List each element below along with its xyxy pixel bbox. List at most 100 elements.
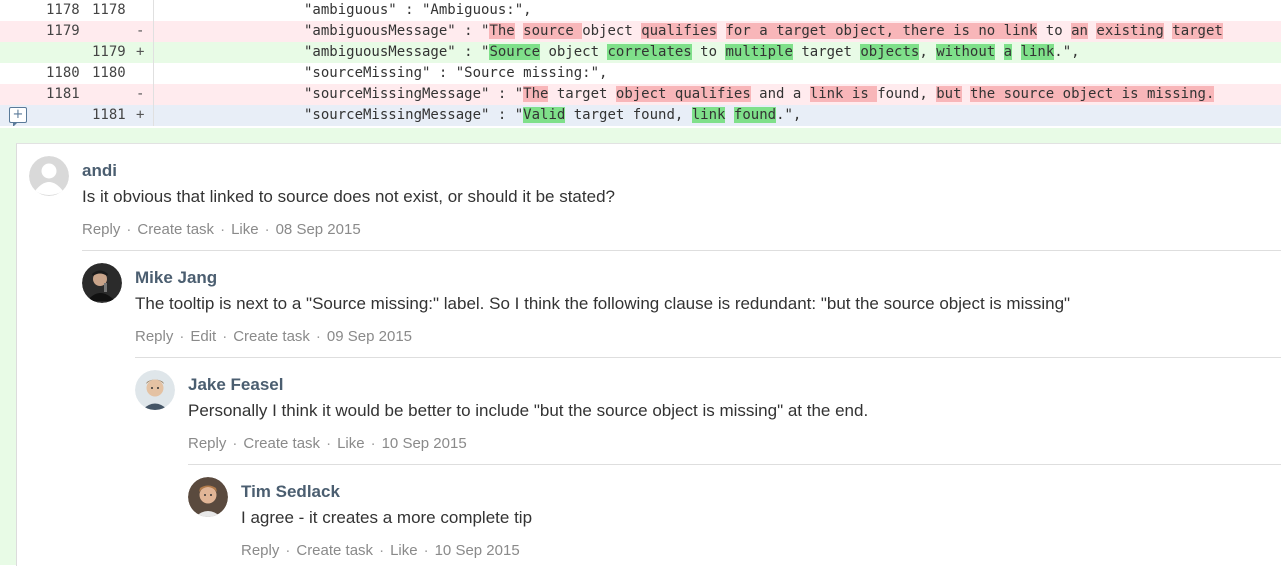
create-task-link[interactable]: Create task bbox=[243, 435, 320, 452]
reply-link[interactable]: Reply bbox=[241, 542, 279, 559]
diff-sign: + bbox=[136, 107, 145, 123]
deleted-token: The bbox=[489, 23, 515, 39]
code-text: "sourceMissingMessage" : "Valid target f… bbox=[304, 105, 801, 126]
reply-divider bbox=[82, 250, 1281, 251]
old-line-number: 1178 bbox=[46, 2, 80, 18]
old-line-number: 1179 bbox=[46, 23, 80, 39]
deleted-token: qualifies bbox=[641, 23, 718, 39]
deleted-token: an bbox=[1071, 23, 1088, 39]
added-token: found bbox=[733, 107, 777, 123]
added-token: Valid bbox=[523, 107, 566, 123]
added-token: a bbox=[1003, 44, 1013, 60]
comment-author[interactable]: andi bbox=[82, 161, 117, 181]
reply-link[interactable]: Reply bbox=[135, 328, 173, 345]
deleted-token: source bbox=[523, 23, 583, 39]
reply-link[interactable]: Reply bbox=[188, 435, 226, 452]
comment-date[interactable]: 10 Sep 2015 bbox=[435, 542, 520, 559]
line-gutter: 1179 + bbox=[0, 42, 154, 63]
diff-line-added-commented: + 1181 + "sourceMissingMessage" : "Valid… bbox=[0, 105, 1281, 126]
code-token: , bbox=[919, 44, 937, 60]
code-token: "sourceMissing" : "Source missing:", bbox=[304, 65, 608, 81]
deleted-token: target bbox=[1172, 23, 1223, 39]
comment-author[interactable]: Jake Feasel bbox=[188, 375, 283, 395]
create-task-link[interactable]: Create task bbox=[233, 328, 310, 345]
code-token: "ambiguous" : "Ambiguous:", bbox=[304, 2, 532, 18]
line-gutter: 1180 1180 bbox=[0, 63, 154, 84]
comment-body: The tooltip is next to a "Source missing… bbox=[135, 294, 1071, 313]
old-line-number: 1181 bbox=[46, 86, 80, 102]
deleted-token: The bbox=[523, 86, 549, 102]
code-text: "sourceMissing" : "Source missing:", bbox=[304, 63, 607, 84]
create-task-link[interactable]: Create task bbox=[296, 542, 373, 559]
code-token: to bbox=[691, 44, 726, 60]
deleted-token: object qualifies bbox=[615, 86, 751, 102]
comment-actions: Reply · Edit · Create task · 09 Sep 2015 bbox=[135, 328, 412, 345]
diff-view: 1178 1178 "ambiguous" : "Ambiguous:", 11… bbox=[0, 0, 1281, 126]
like-link[interactable]: Like bbox=[390, 542, 418, 559]
comment-actions: Reply · Create task · Like · 10 Sep 2015 bbox=[188, 435, 467, 452]
create-task-link[interactable]: Create task bbox=[137, 221, 214, 238]
like-link[interactable]: Like bbox=[337, 435, 365, 452]
comment-body: I agree - it creates a more complete tip bbox=[241, 508, 533, 527]
line-gutter: + 1181 + bbox=[0, 105, 154, 126]
avatar[interactable] bbox=[29, 156, 69, 196]
add-comment-icon[interactable]: + bbox=[9, 107, 27, 126]
comment-thread: andi Is it obvious that linked to source… bbox=[16, 143, 1281, 566]
comment-actions: Reply · Create task · Like · 08 Sep 2015 bbox=[82, 221, 361, 238]
reply-divider bbox=[188, 464, 1281, 465]
comment-date[interactable]: 09 Sep 2015 bbox=[327, 328, 412, 345]
line-gutter: 1178 1178 bbox=[0, 0, 154, 21]
code-token: target found, bbox=[565, 107, 692, 123]
code-token: target bbox=[792, 44, 861, 60]
comment-author[interactable]: Tim Sedlack bbox=[241, 482, 340, 502]
diff-line: 1178 1178 "ambiguous" : "Ambiguous:", bbox=[0, 0, 1281, 21]
added-token: objects bbox=[860, 44, 920, 60]
avatar[interactable] bbox=[188, 477, 228, 517]
code-token: "sourceMissingMessage" : " bbox=[304, 86, 524, 102]
code-token: and a bbox=[750, 86, 810, 102]
code-text: "ambiguous" : "Ambiguous:", bbox=[304, 0, 532, 21]
new-line-number: 1179 bbox=[92, 44, 126, 60]
code-text: "sourceMissingMessage" : "The target obj… bbox=[304, 84, 1215, 105]
reply-divider bbox=[135, 357, 1281, 358]
deleted-token: but bbox=[936, 86, 962, 102]
deleted-token: the source object is missing. bbox=[969, 86, 1215, 102]
code-token: "sourceMissingMessage" : " bbox=[304, 107, 524, 123]
code-token: object bbox=[582, 23, 642, 39]
avatar[interactable] bbox=[135, 370, 175, 410]
diff-sign: - bbox=[136, 86, 145, 102]
comment-date[interactable]: 08 Sep 2015 bbox=[276, 221, 361, 238]
deleted-token: for a target object, there is no link bbox=[725, 23, 1038, 39]
diff-line-added: 1179 + "ambiguousMessage" : "Source obje… bbox=[0, 42, 1281, 63]
code-token: "ambiguousMessage" : " bbox=[304, 44, 490, 60]
code-text: "ambiguousMessage" : "The source object … bbox=[304, 21, 1223, 42]
new-line-number: 1180 bbox=[92, 65, 126, 81]
line-gutter: 1181 - bbox=[0, 84, 154, 105]
reply-link[interactable]: Reply bbox=[82, 221, 120, 238]
diff-line: 1180 1180 "sourceMissing" : "Source miss… bbox=[0, 63, 1281, 84]
edit-link[interactable]: Edit bbox=[190, 328, 216, 345]
diff-line-deleted: 1181 - "sourceMissingMessage" : "The tar… bbox=[0, 84, 1281, 105]
comment-date[interactable]: 10 Sep 2015 bbox=[382, 435, 467, 452]
code-token: .", bbox=[776, 107, 802, 123]
code-token: found, bbox=[877, 86, 937, 102]
code-token: target bbox=[548, 86, 616, 102]
comment-author[interactable]: Mike Jang bbox=[135, 268, 217, 288]
added-token: correlates bbox=[607, 44, 692, 60]
diff-sign: - bbox=[136, 23, 145, 39]
code-token: .", bbox=[1054, 44, 1080, 60]
deleted-token: link is bbox=[809, 86, 878, 102]
like-link[interactable]: Like bbox=[231, 221, 259, 238]
comment-actions: Reply · Create task · Like · 10 Sep 2015 bbox=[241, 542, 520, 559]
added-token: link bbox=[691, 107, 726, 123]
added-token: multiple bbox=[725, 44, 793, 60]
old-line-number: 1180 bbox=[46, 65, 80, 81]
avatar[interactable] bbox=[82, 263, 122, 303]
